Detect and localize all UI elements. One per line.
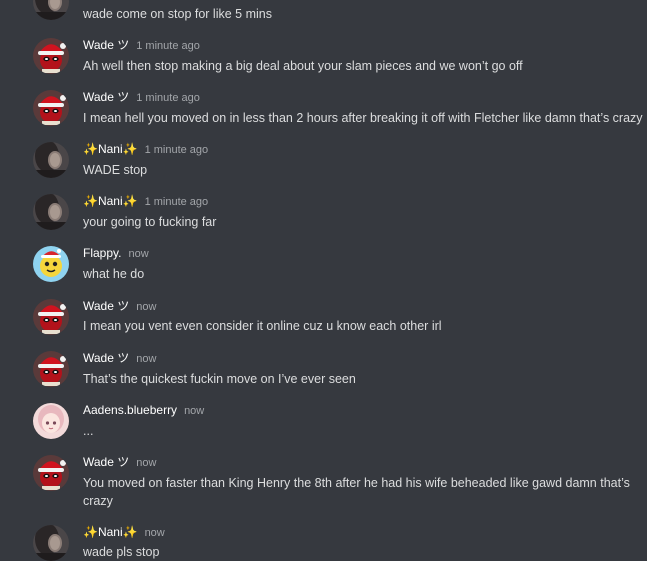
message-text: ... xyxy=(83,424,94,438)
message-text: I mean you vent even consider it online … xyxy=(83,319,442,333)
timestamp: now xyxy=(144,527,165,539)
message-text: what he do xyxy=(83,267,145,281)
timestamp: now xyxy=(184,405,205,417)
message-text: wade come on stop for like 5 mins xyxy=(83,7,272,21)
message-header: ✨Nani✨ now xyxy=(83,525,165,540)
message-text: wade pls stop xyxy=(83,545,160,559)
message-header: Wade ツ now xyxy=(83,299,156,314)
timestamp: 1 minute ago xyxy=(136,92,200,104)
message-header: ✨Nani✨ 1 minute ago xyxy=(83,142,208,157)
message-text: your going to fucking far xyxy=(83,215,217,229)
author-name[interactable]: ✨Nani✨ xyxy=(83,194,138,208)
message-text: Ah well then stop making a big deal abou… xyxy=(83,59,523,73)
pink-anime-avatar-icon[interactable] xyxy=(33,403,69,439)
message-text: I mean hell you moved on in less than 2 … xyxy=(83,111,643,125)
timestamp: 1 minute ago xyxy=(136,40,200,52)
timestamp: now xyxy=(136,353,157,365)
timestamp: now xyxy=(136,301,157,313)
author-name[interactable]: Wade ツ xyxy=(83,90,129,104)
author-name[interactable]: ✨Nani✨ xyxy=(83,525,138,539)
message-header: Wade ツ 1 minute ago xyxy=(83,38,200,53)
author-name[interactable]: Wade ツ xyxy=(83,351,129,365)
message-header: Wade ツ 1 minute ago xyxy=(83,90,200,105)
dark-avatar-icon[interactable] xyxy=(33,142,69,178)
timestamp: 1 minute ago xyxy=(144,144,209,156)
timestamp: now xyxy=(136,457,157,469)
deadpool-santa-avatar-icon[interactable] xyxy=(33,90,69,126)
author-name[interactable]: Wade ツ xyxy=(83,455,129,469)
deadpool-santa-avatar-icon[interactable] xyxy=(33,299,69,335)
message-header: Aadens.blueberry now xyxy=(83,403,204,418)
author-name[interactable]: Aadens.blueberry xyxy=(83,403,177,417)
message-header: Wade ツ now xyxy=(83,455,156,470)
timestamp: 1 minute ago xyxy=(144,196,209,208)
author-name[interactable]: Flappy. xyxy=(83,246,121,260)
deadpool-santa-avatar-icon[interactable] xyxy=(33,38,69,74)
dark-avatar-icon[interactable] xyxy=(33,194,69,230)
yellow-creature-avatar-icon[interactable] xyxy=(33,246,69,282)
message-text: You moved on faster than King Henry the … xyxy=(83,476,630,508)
deadpool-santa-avatar-icon[interactable] xyxy=(33,351,69,387)
message-text: WADE stop xyxy=(83,163,148,177)
message-text: That’s the quickest fuckin move on I’ve … xyxy=(83,372,356,386)
dark-avatar-icon[interactable] xyxy=(33,0,69,20)
deadpool-santa-avatar-icon[interactable] xyxy=(33,455,69,491)
message-header: ✨Nani✨ 1 minute ago xyxy=(83,194,208,209)
timestamp: now xyxy=(128,248,149,260)
author-name[interactable]: Wade ツ xyxy=(83,38,129,52)
message-header: Wade ツ now xyxy=(83,351,156,366)
message-header: Flappy. now xyxy=(83,246,149,261)
author-name[interactable]: Wade ツ xyxy=(83,299,129,313)
author-name[interactable]: ✨Nani✨ xyxy=(83,142,138,156)
